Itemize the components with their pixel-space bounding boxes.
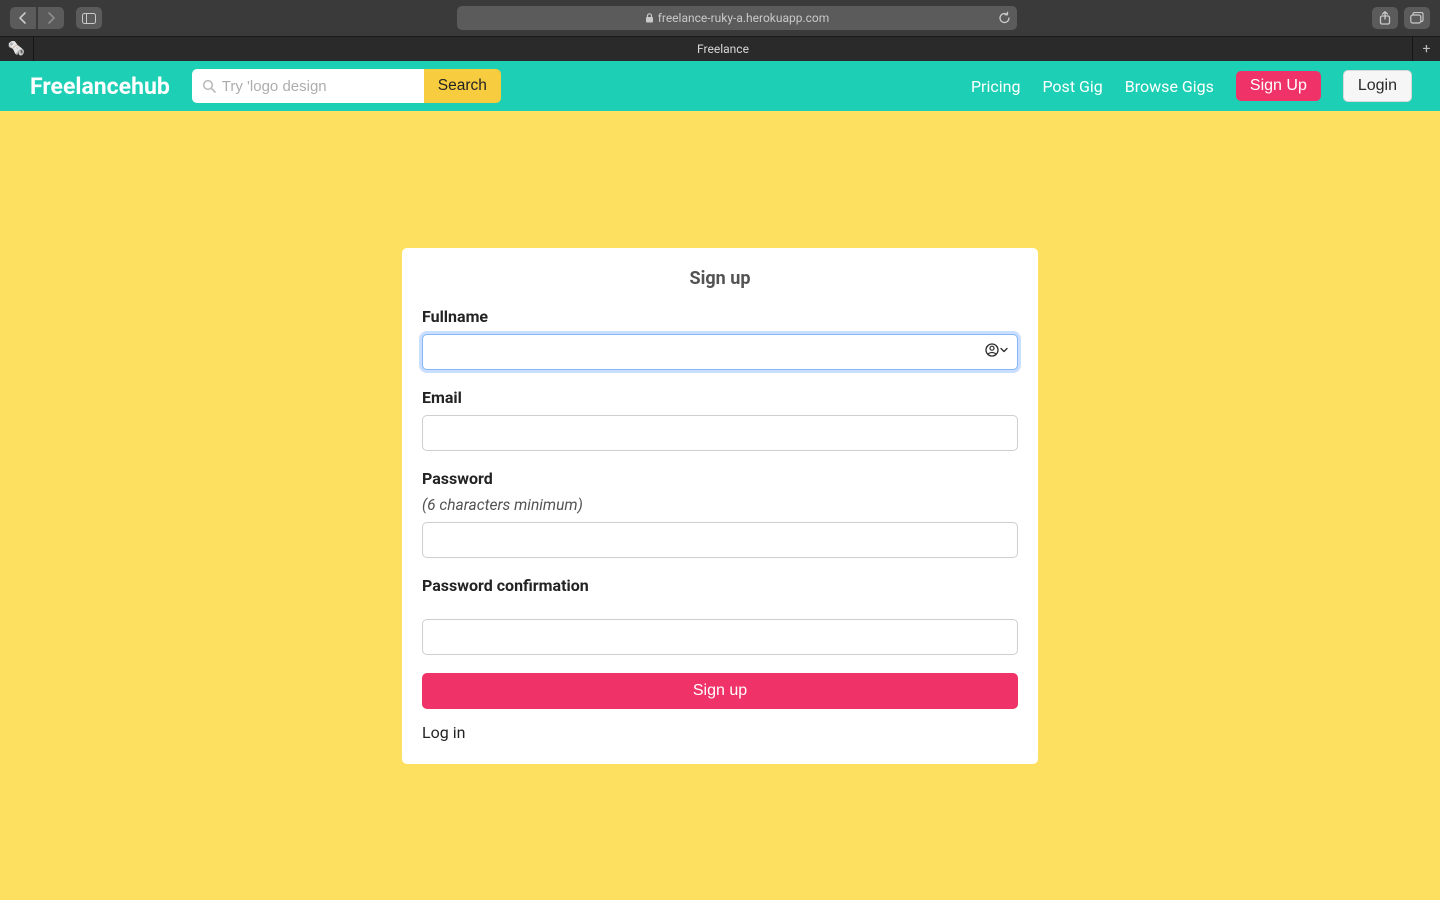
new-tab-button[interactable]: + bbox=[1412, 37, 1440, 61]
browser-toolbar: freelance-ruky-a.herokuapp.com bbox=[0, 0, 1440, 36]
reload-button[interactable] bbox=[998, 12, 1011, 25]
plus-icon: + bbox=[1423, 41, 1431, 57]
nav-link-post-gig[interactable]: Post Gig bbox=[1042, 77, 1102, 96]
chevron-down-icon bbox=[1000, 346, 1008, 354]
share-button[interactable] bbox=[1372, 7, 1398, 29]
password-confirm-input[interactable] bbox=[422, 619, 1018, 655]
login-link[interactable]: Log in bbox=[422, 723, 465, 742]
signup-button[interactable]: Sign Up bbox=[1236, 71, 1321, 101]
tabs-overview-button[interactable] bbox=[1404, 7, 1430, 29]
nav-link-browse-gigs[interactable]: Browse Gigs bbox=[1125, 77, 1214, 96]
address-bar-url: freelance-ruky-a.herokuapp.com bbox=[658, 11, 830, 25]
forward-button[interactable] bbox=[38, 7, 64, 29]
fullname-input[interactable] bbox=[422, 334, 1018, 370]
browser-tab-title: Freelance bbox=[697, 42, 749, 56]
pinned-tab-icon: 🗞️ bbox=[8, 41, 25, 57]
chevron-right-icon bbox=[46, 12, 56, 24]
signup-card: Sign up Fullname Email Password (6 chara… bbox=[402, 248, 1038, 764]
submit-button[interactable]: Sign up bbox=[422, 673, 1018, 709]
reload-icon bbox=[998, 12, 1011, 25]
lock-icon bbox=[645, 13, 654, 23]
login-button[interactable]: Login bbox=[1343, 70, 1412, 102]
site-navbar: Freelancehub Search Pricing Post Gig Bro… bbox=[0, 61, 1440, 111]
back-button[interactable] bbox=[10, 7, 36, 29]
chevron-left-icon bbox=[18, 12, 28, 24]
nav-link-pricing[interactable]: Pricing bbox=[971, 77, 1021, 96]
address-bar[interactable]: freelance-ruky-a.herokuapp.com bbox=[457, 6, 1017, 30]
page-body: Sign up Fullname Email Password (6 chara… bbox=[0, 111, 1440, 900]
password-label: Password bbox=[422, 469, 1018, 488]
search-button[interactable]: Search bbox=[424, 69, 501, 103]
search-input[interactable] bbox=[192, 69, 424, 103]
tabs-icon bbox=[1410, 12, 1424, 24]
password-hint: (6 characters minimum) bbox=[422, 496, 1018, 514]
card-title: Sign up bbox=[422, 268, 1018, 289]
share-icon bbox=[1379, 11, 1391, 25]
browser-tabbar: 🗞️ Freelance + bbox=[0, 36, 1440, 61]
email-input[interactable] bbox=[422, 415, 1018, 451]
search-group: Search bbox=[192, 69, 501, 103]
user-circle-icon bbox=[985, 343, 999, 357]
pinned-tab[interactable]: 🗞️ bbox=[0, 37, 34, 61]
brand-logo[interactable]: Freelancehub bbox=[30, 73, 170, 100]
password-input[interactable] bbox=[422, 522, 1018, 558]
browser-tab[interactable]: Freelance bbox=[34, 37, 1412, 61]
autofill-contacts-icon[interactable] bbox=[985, 343, 1008, 357]
sidebar-icon bbox=[82, 13, 96, 24]
search-icon bbox=[202, 79, 216, 93]
sidebar-toggle-button[interactable] bbox=[76, 7, 102, 29]
nav-back-forward-group bbox=[10, 7, 64, 29]
nav-links: Pricing Post Gig Browse Gigs Sign Up Log… bbox=[971, 70, 1412, 102]
fullname-label: Fullname bbox=[422, 307, 1018, 326]
password-confirm-label: Password confirmation bbox=[422, 576, 1018, 595]
email-label: Email bbox=[422, 388, 1018, 407]
